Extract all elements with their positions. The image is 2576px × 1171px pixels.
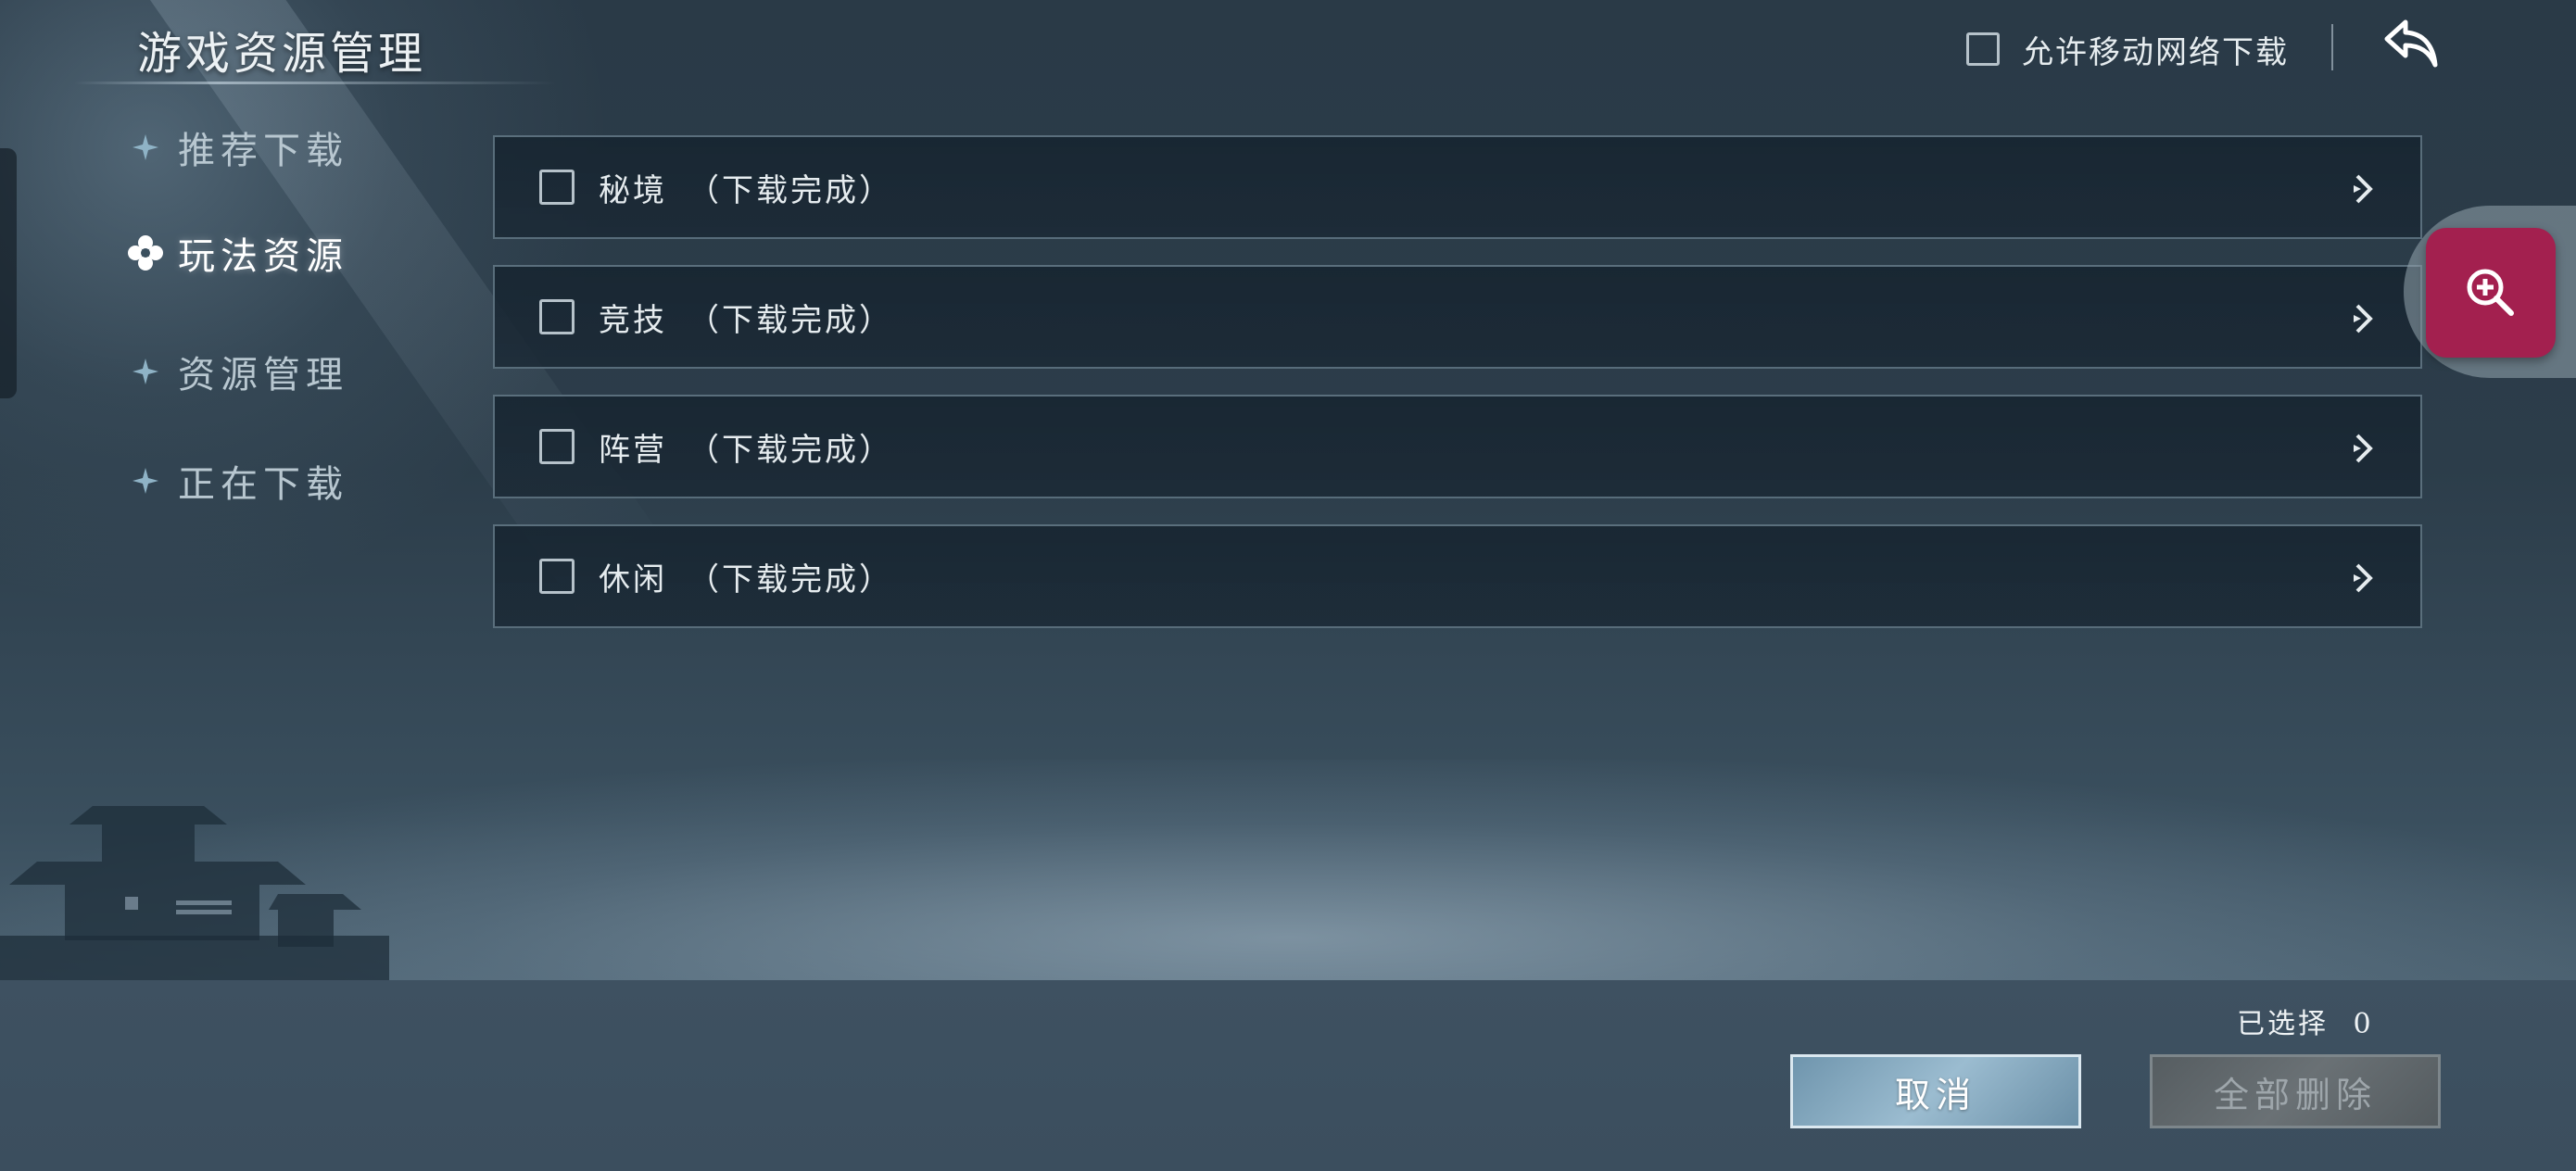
edge-handle[interactable] [0,148,17,398]
chevron-right-icon[interactable] [2352,561,2376,595]
mobile-download-toggle[interactable]: 允许移动网络下载 [1966,26,2289,72]
header-divider [2331,24,2333,70]
cancel-button[interactable]: 取消 [1790,1054,2081,1128]
resource-checkbox[interactable] [539,559,575,594]
sparkle-icon [133,468,158,494]
game-resource-screen: 游戏资源管理 允许移动网络下载 推荐下载 玩法资源 资源管理 正在下载 秘境 （… [0,0,2576,1171]
resource-status: （下载完成） [688,171,893,209]
sparkle-icon [128,235,163,271]
selected-count: 已选择 0 [2237,1001,2374,1041]
resource-checkbox[interactable] [539,299,575,334]
mobile-download-checkbox[interactable] [1966,32,2000,66]
title-underline [74,82,556,84]
sidebar-item-recommended[interactable]: 推荐下载 [130,120,348,174]
sidebar-item-label: 玩法资源 [178,235,348,278]
zoom-button[interactable] [2426,228,2556,358]
sidebar-item-label: 资源管理 [178,354,348,397]
resource-status: （下载完成） [688,560,893,598]
sparkle-icon [133,359,158,384]
resource-row[interactable]: 竞技 （下载完成） [493,265,2422,369]
chevron-right-icon[interactable] [2352,172,2376,206]
chevron-right-icon[interactable] [2352,302,2376,335]
page-title: 游戏资源管理 [137,28,427,80]
resource-status: （下载完成） [688,301,893,339]
sidebar-item-label: 正在下载 [178,463,348,506]
selected-value: 0 [2353,1008,2374,1040]
selected-label: 已选择 [2237,1008,2329,1040]
resource-row[interactable]: 休闲 （下载完成） [493,524,2422,628]
resource-checkbox[interactable] [539,429,575,464]
resource-name: 阵营 [599,431,667,469]
temple-silhouette [0,806,389,982]
resource-name: 竞技 [599,301,667,339]
sidebar-item-resource-management[interactable]: 资源管理 [130,345,348,398]
sidebar-item-downloading[interactable]: 正在下载 [130,454,348,508]
sidebar-item-label: 推荐下载 [178,130,348,172]
resource-checkbox[interactable] [539,170,575,205]
chevron-right-icon[interactable] [2352,432,2376,465]
resource-status: （下载完成） [688,431,893,469]
sparkle-icon [133,134,158,160]
resource-name: 休闲 [599,560,667,598]
sidebar-item-gameplay-resources[interactable]: 玩法资源 [128,226,348,280]
delete-all-button[interactable]: 全部删除 [2150,1054,2441,1128]
mobile-download-label: 允许移动网络下载 [2022,33,2289,71]
back-arrow-icon[interactable] [2380,17,2444,74]
resource-row[interactable]: 秘境 （下载完成） [493,135,2422,239]
resource-name: 秘境 [599,171,667,209]
resource-row[interactable]: 阵营 （下载完成） [493,395,2422,498]
zoom-in-icon [2467,269,2514,316]
